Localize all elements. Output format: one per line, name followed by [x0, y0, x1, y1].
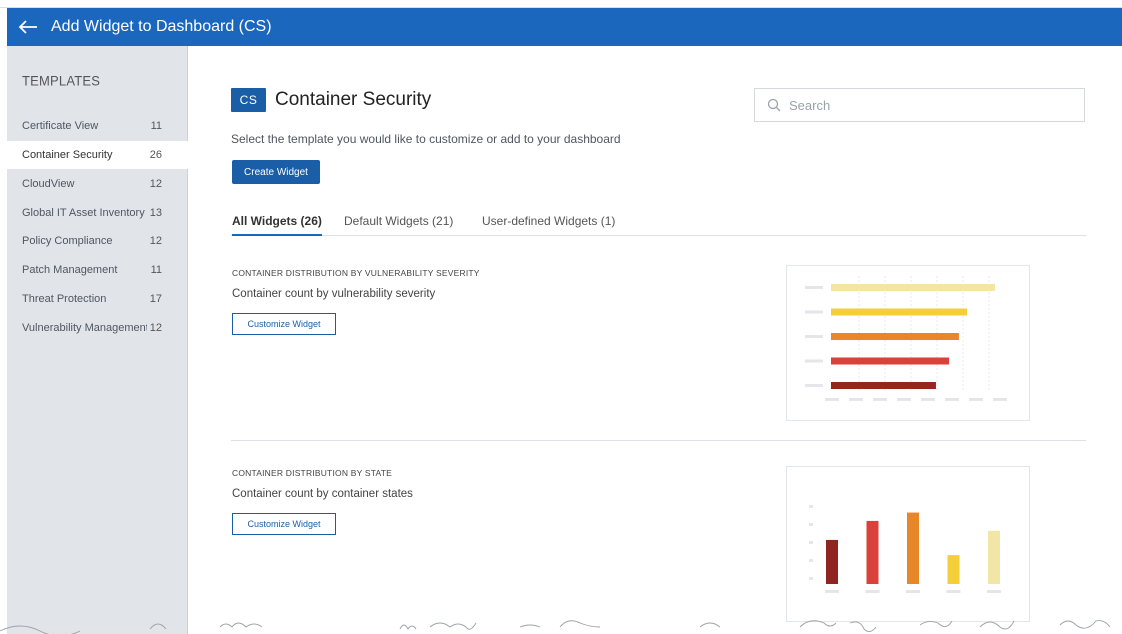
sidebar-item-label: CloudView	[22, 178, 75, 190]
search-input[interactable]	[787, 96, 1071, 114]
axis-label-placeholder	[805, 359, 823, 363]
sidebar-item-patch-management[interactable]: Patch Management 11	[7, 256, 188, 284]
widget-code: CONTAINER DISTRIBUTION BY VULNERABILITY …	[232, 268, 480, 278]
axis-label-placeholder	[865, 590, 880, 593]
sidebar-item-label: Certificate View	[22, 120, 99, 132]
bar	[866, 520, 879, 584]
widget-description: Container count by vulnerability severit…	[232, 288, 436, 300]
page-title: Container Security	[275, 89, 432, 110]
axis-label-placeholder	[805, 335, 823, 338]
sidebar-item-label: Global IT Asset Inventory	[22, 207, 145, 219]
sidebar-item-label: Container Security	[22, 149, 113, 161]
axis-label-placeholder	[809, 541, 813, 544]
severity-preview-chart	[805, 276, 1007, 401]
top-border	[0, 0, 1122, 8]
back-arrow-icon[interactable]	[17, 16, 39, 38]
sidebar-item-count: 17	[149, 293, 162, 305]
torn-edge-decoration	[0, 620, 1111, 634]
header-bar: Add Widget to Dashboard (CS)	[7, 8, 1122, 46]
axis-label-placeholder	[805, 384, 823, 387]
sidebar-item-count: 26	[149, 149, 162, 161]
sidebar-item-label: Vulnerability Management	[22, 322, 147, 334]
axis-label-placeholder	[873, 398, 887, 401]
axis-label-placeholder	[906, 590, 920, 593]
sidebar-item-certificate-view[interactable]: Certificate View 11	[7, 112, 188, 140]
bar	[947, 555, 960, 584]
axis-label-placeholder	[825, 398, 839, 401]
page-subtitle: Select the template you would like to cu…	[231, 132, 621, 146]
tab-user-defined-widgets[interactable]: User-defined Widgets (1)	[482, 214, 615, 228]
bar	[826, 539, 838, 584]
widget-tabs: All Widgets (26) Default Widgets (21) Us…	[231, 210, 1086, 236]
bar	[831, 357, 950, 365]
bar	[831, 333, 959, 340]
sidebar-item-policy-compliance[interactable]: Policy Compliance 12	[7, 227, 188, 255]
section-divider	[231, 440, 1086, 441]
create-widget-button[interactable]: Create Widget	[232, 160, 320, 184]
templates-heading: TEMPLATES	[22, 72, 101, 89]
bar	[988, 530, 1000, 584]
widget-preview-severity	[786, 265, 1030, 421]
sidebar-item-global-it-asset-inventory[interactable]: Global IT Asset Inventory 13	[7, 199, 188, 227]
axis-label-placeholder	[849, 398, 863, 401]
axis-label-placeholder	[969, 398, 983, 401]
sidebar-item-count: 12	[149, 178, 162, 190]
axis-label-placeholder	[897, 398, 911, 401]
widget-preview-state	[786, 466, 1030, 622]
widget-description: Container count by container states	[232, 488, 413, 500]
sidebar-item-count: 11	[150, 264, 162, 276]
axis-label-placeholder	[921, 398, 935, 401]
bar	[907, 512, 919, 584]
axis-label-placeholder	[809, 577, 813, 580]
sidebar-item-threat-protection[interactable]: Threat Protection 17	[7, 285, 188, 313]
sidebar-item-vulnerability-management[interactable]: Vulnerability Management 12	[7, 314, 188, 342]
bar	[831, 284, 995, 291]
bar	[831, 382, 936, 389]
sidebar-item-count: 12	[149, 235, 162, 247]
sidebar-item-count: 13	[149, 207, 162, 219]
sidebar-item-cloudview[interactable]: CloudView 12	[7, 170, 188, 198]
axis-label-placeholder	[993, 398, 1007, 401]
axis-label-placeholder	[945, 398, 959, 401]
sidebar-item-count: 11	[150, 120, 162, 132]
bar	[831, 308, 968, 316]
state-preview-chart	[809, 505, 1001, 593]
sidebar-item-label: Threat Protection	[22, 293, 107, 305]
customize-widget-button[interactable]: Customize Widget	[232, 513, 336, 535]
axis-label-placeholder	[809, 505, 813, 508]
axis-label-placeholder	[825, 590, 839, 593]
widget-code: CONTAINER DISTRIBUTION BY STATE	[232, 468, 393, 478]
search-icon	[767, 98, 781, 112]
axis-label-placeholder	[805, 286, 823, 289]
axis-label-placeholder	[809, 523, 813, 526]
tab-default-widgets[interactable]: Default Widgets (21)	[344, 214, 453, 228]
cs-badge: CS	[231, 88, 266, 112]
axis-label-placeholder	[987, 590, 1001, 593]
search-box[interactable]	[754, 88, 1085, 122]
main-panel: CS Container Security Select the templat…	[188, 46, 1122, 634]
sidebar-item-label: Patch Management	[22, 264, 118, 276]
sidebar-item-container-security[interactable]: Container Security 26	[7, 141, 188, 169]
tab-all-widgets[interactable]: All Widgets (26)	[232, 214, 322, 236]
axis-label-placeholder	[809, 559, 813, 562]
templates-sidebar: TEMPLATES Certificate View 11 Container …	[7, 46, 188, 634]
header-title: Add Widget to Dashboard (CS)	[51, 18, 272, 35]
axis-label-placeholder	[805, 310, 823, 314]
sidebar-item-label: Policy Compliance	[22, 235, 113, 247]
sidebar-item-count: 12	[149, 322, 162, 334]
axis-label-placeholder	[946, 590, 961, 593]
customize-widget-button[interactable]: Customize Widget	[232, 313, 336, 335]
